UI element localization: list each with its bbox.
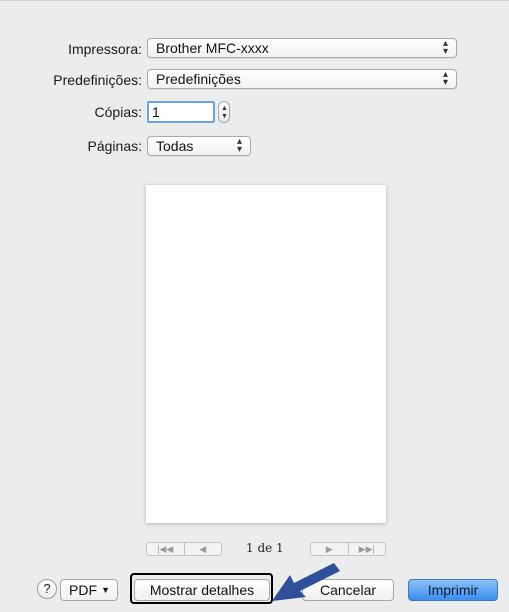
- printer-popup[interactable]: Brother MFC-xxxx ▴ ▾: [147, 38, 457, 58]
- preview-forward-controls[interactable]: ▶ ▶▶|: [310, 542, 386, 556]
- stepper-up-icon[interactable]: ▲: [221, 105, 228, 112]
- updown-arrows-icon: ▴ ▾: [442, 69, 448, 88]
- pages-label: Páginas:: [87, 138, 142, 154]
- pages-value: Todas: [156, 138, 194, 154]
- prev-page-icon[interactable]: ◀: [183, 543, 222, 555]
- chevron-down-icon: ▼: [101, 585, 110, 595]
- next-page-icon[interactable]: ▶: [311, 543, 348, 555]
- printer-label: Impressora:: [68, 41, 142, 57]
- page-indicator: 1 de 1: [246, 541, 284, 555]
- copies-stepper[interactable]: ▲ ▼: [218, 101, 230, 123]
- last-page-icon[interactable]: ▶▶|: [347, 543, 386, 555]
- print-button[interactable]: Imprimir: [408, 579, 498, 601]
- copies-field[interactable]: 1: [147, 101, 215, 123]
- presets-label: Predefinições:: [53, 72, 142, 88]
- page-preview: [146, 185, 386, 523]
- annotation-arrow-icon: [272, 563, 340, 601]
- printer-value: Brother MFC-xxxx: [156, 40, 269, 56]
- copies-label: Cópias:: [94, 104, 142, 120]
- pdf-label: PDF: [69, 582, 97, 598]
- highlight-box: [130, 573, 273, 604]
- first-page-icon[interactable]: |◀◀: [147, 543, 184, 555]
- help-icon[interactable]: ?: [37, 579, 57, 599]
- pages-popup[interactable]: Todas ▴ ▾: [147, 136, 251, 156]
- presets-value: Predefinições: [156, 71, 241, 87]
- print-dialog: Impressora: Brother MFC-xxxx ▴ ▾ Predefin…: [0, 0, 509, 612]
- updown-arrows-icon: ▴ ▾: [442, 38, 448, 57]
- preview-back-controls[interactable]: |◀◀ ◀: [146, 542, 222, 556]
- stepper-down-icon[interactable]: ▼: [221, 113, 228, 120]
- updown-arrows-icon: ▴ ▾: [236, 136, 242, 155]
- pdf-menu-button[interactable]: PDF ▼: [60, 579, 118, 601]
- presets-popup[interactable]: Predefinições ▴ ▾: [147, 69, 457, 89]
